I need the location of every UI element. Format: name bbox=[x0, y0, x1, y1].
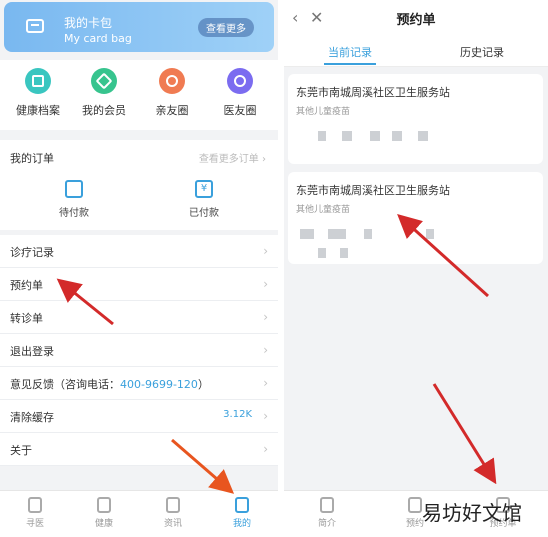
tab-current-records[interactable]: 当前记录 bbox=[284, 44, 416, 60]
menu-item-feedback[interactable]: 意见反馈（咨询电话：400-9699-120） › bbox=[0, 367, 278, 400]
hospital-name: 东莞市南城周溪社区卫生服务站 bbox=[296, 184, 450, 197]
family-add-icon bbox=[159, 68, 185, 94]
find-doctor-icon bbox=[28, 497, 42, 513]
appointment-card[interactable]: 东莞市南城周溪社区卫生服务站 其他儿童疫苗 bbox=[288, 172, 543, 264]
pending-payment-button[interactable]: 待付款 bbox=[44, 180, 104, 219]
redacted-text bbox=[300, 229, 314, 239]
arrow-to-appointment-list-tab bbox=[432, 383, 497, 485]
quick-health-file[interactable]: 健康档案 bbox=[8, 68, 68, 118]
redacted-text bbox=[328, 229, 346, 239]
appointment-icon bbox=[408, 497, 422, 513]
menu-label: 诊疗记录 bbox=[10, 246, 54, 259]
chevron-right-icon: › bbox=[263, 376, 268, 390]
feedback-label: 意见反馈（咨询电话： bbox=[10, 378, 120, 391]
chevron-right-icon: › bbox=[263, 244, 268, 258]
orders-title: 我的订单 bbox=[10, 152, 54, 165]
vaccine-type: 其他儿童疫苗 bbox=[296, 107, 351, 117]
tab-label: 健康 bbox=[94, 519, 113, 529]
bottom-tabbar: 简介 预约 预约单 易坊好文馆 bbox=[284, 490, 548, 537]
quick-doctor-friend[interactable]: 医友圈 bbox=[210, 68, 270, 118]
news-icon bbox=[166, 497, 180, 513]
health-icon bbox=[97, 497, 111, 513]
chevron-right-icon: › bbox=[263, 442, 268, 456]
quick-access-row: 健康档案 我的会员 亲友圈 医友圈 bbox=[0, 60, 278, 130]
card-bag-subtitle: My card bag bbox=[64, 32, 132, 45]
redacted-text bbox=[318, 131, 326, 141]
tab-intro[interactable]: 简介 bbox=[302, 497, 352, 529]
redacted-text bbox=[340, 248, 348, 258]
vaccine-type: 其他儿童疫苗 bbox=[296, 205, 351, 215]
appointment-list-screen: ‹ ✕ 预约单 当前记录 历史记录 东莞市南城周溪社区卫生服务站 其他儿童疫苗 … bbox=[284, 0, 548, 537]
chevron-right-icon: › bbox=[263, 343, 268, 357]
header: ‹ ✕ 预约单 bbox=[284, 0, 548, 36]
profile-icon bbox=[235, 497, 249, 513]
tab-find-doctor[interactable]: 寻医 bbox=[10, 497, 60, 529]
menu-label: 清除缓存 bbox=[10, 411, 54, 424]
menu-label: 关于 bbox=[10, 444, 32, 457]
menu-item-logout[interactable]: 退出登录 › bbox=[0, 334, 278, 367]
yen-icon: ¥ bbox=[195, 180, 213, 198]
menu-item-records[interactable]: 诊疗记录 › bbox=[0, 235, 278, 268]
menu-item-appointments[interactable]: 预约单 › bbox=[0, 268, 278, 301]
redacted-text bbox=[418, 131, 428, 141]
tab-label: 简介 bbox=[317, 519, 336, 529]
redacted-text bbox=[342, 131, 352, 141]
quick-label: 我的会员 bbox=[82, 104, 126, 117]
record-tabs: 当前记录 历史记录 bbox=[284, 36, 548, 67]
phone-number: 400-9699-120 bbox=[120, 378, 198, 391]
active-tab-underline bbox=[324, 63, 376, 65]
feedback-suffix: ） bbox=[197, 378, 209, 391]
quick-family[interactable]: 亲友圈 bbox=[142, 68, 202, 118]
quick-membership[interactable]: 我的会员 bbox=[74, 68, 134, 118]
quick-label: 医友圈 bbox=[223, 104, 257, 117]
appointment-card[interactable]: 东莞市南城周溪社区卫生服务站 其他儿童疫苗 bbox=[288, 74, 543, 164]
order-label: 待付款 bbox=[59, 208, 89, 219]
chevron-right-icon: › bbox=[263, 409, 268, 423]
intro-icon bbox=[320, 497, 334, 513]
menu-label: 转诊单 bbox=[10, 312, 43, 325]
redacted-text bbox=[318, 248, 326, 258]
redacted-text bbox=[370, 131, 380, 141]
wallet-icon bbox=[65, 180, 83, 198]
profile-screen: 我的卡包 My card bag 查看更多 健康档案 我的会员 亲友圈 医友圈 … bbox=[0, 0, 278, 537]
bottom-tabbar: 寻医 健康 资讯 我的 bbox=[0, 490, 278, 537]
tab-label: 寻医 bbox=[25, 519, 44, 529]
cache-size: 3.12K bbox=[223, 409, 252, 420]
view-more-button[interactable]: 查看更多 bbox=[198, 18, 254, 37]
redacted-text bbox=[426, 229, 434, 239]
redacted-text bbox=[364, 229, 372, 239]
card-bag-title: 我的卡包 bbox=[64, 16, 113, 30]
quick-label: 健康档案 bbox=[16, 104, 60, 117]
doctor-friend-icon bbox=[227, 68, 253, 94]
chevron-right-icon: › bbox=[263, 310, 268, 324]
chevron-right-icon: › bbox=[263, 277, 268, 291]
hospital-name: 东莞市南城周溪社区卫生服务站 bbox=[296, 86, 450, 99]
order-label: 已付款 bbox=[189, 208, 219, 219]
tab-label: 我的 bbox=[232, 519, 251, 529]
menu-item-about[interactable]: 关于 › bbox=[0, 433, 278, 466]
vip-diamond-icon bbox=[91, 68, 117, 94]
card-bag-banner[interactable]: 我的卡包 My card bag 查看更多 bbox=[4, 2, 274, 52]
menu-item-clear-cache[interactable]: 清除缓存 3.12K › bbox=[0, 400, 278, 433]
watermark-text: 易坊好文馆 bbox=[422, 501, 522, 525]
menu-label: 预约单 bbox=[10, 279, 43, 292]
page-title: 预约单 bbox=[396, 13, 436, 28]
view-more-orders-link[interactable]: 查看更多订单 › bbox=[199, 150, 266, 165]
redacted-text bbox=[392, 131, 402, 141]
tab-news[interactable]: 资讯 bbox=[148, 497, 198, 529]
quick-label: 亲友圈 bbox=[155, 104, 189, 117]
menu-label: 意见反馈（咨询电话：400-9699-120） bbox=[10, 376, 209, 392]
my-orders-section: 我的订单 查看更多订单 › 待付款 ¥ 已付款 bbox=[0, 140, 278, 230]
menu-item-referrals[interactable]: 转诊单 › bbox=[0, 301, 278, 334]
settings-menu: 诊疗记录 › 预约单 › 转诊单 › 退出登录 › 意见反馈（咨询电话：400-… bbox=[0, 235, 278, 466]
health-file-icon bbox=[25, 68, 51, 94]
paid-button[interactable]: ¥ 已付款 bbox=[174, 180, 234, 219]
tab-label: 资讯 bbox=[163, 519, 182, 529]
card-icon bbox=[26, 19, 44, 33]
tab-health[interactable]: 健康 bbox=[79, 497, 129, 529]
tab-history-records[interactable]: 历史记录 bbox=[416, 44, 548, 60]
tab-profile[interactable]: 我的 bbox=[217, 497, 267, 529]
menu-label: 退出登录 bbox=[10, 345, 54, 358]
